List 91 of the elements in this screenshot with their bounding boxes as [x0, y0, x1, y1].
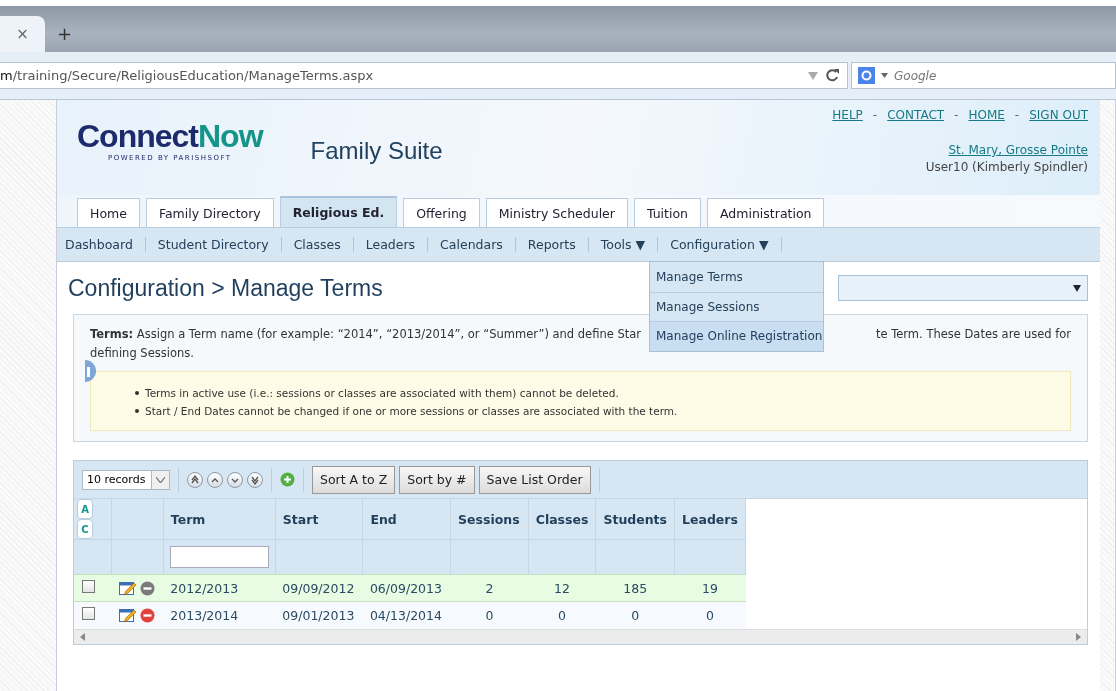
column-header[interactable]: Leaders — [674, 499, 746, 540]
caret-icon[interactable] — [1073, 284, 1081, 292]
table-cell: 2012/2013 — [163, 574, 276, 602]
move-button[interactable] — [227, 471, 243, 488]
subnav-link[interactable]: Student Directory — [157, 237, 282, 252]
table-cell: 19 — [674, 574, 746, 602]
select-field[interactable] — [838, 275, 1088, 301]
sort-button[interactable]: Sort by # — [399, 465, 475, 494]
table-cell: 09/09/2012 — [275, 574, 363, 602]
separator: - — [872, 108, 878, 122]
table-cell: 0 — [528, 601, 596, 629]
browser-tab[interactable]: × — [0, 16, 45, 52]
table-cell: 12 — [528, 574, 596, 602]
menu-item[interactable]: Manage Online Registration — [650, 321, 823, 351]
reload-icon[interactable] — [826, 69, 839, 82]
parish-link[interactable]: St. Mary, Grosse Pointe — [948, 143, 1088, 157]
suite-title: Family Suite — [310, 137, 443, 166]
bullet-icon — [135, 391, 139, 395]
bullet-icon — [135, 409, 139, 413]
column-header[interactable]: Classes — [528, 499, 596, 540]
header-link[interactable]: CONTACT — [887, 108, 945, 122]
table-cell: 185 — [595, 574, 675, 602]
separator: - — [1014, 108, 1020, 122]
nav-tab[interactable]: Administration — [707, 198, 825, 227]
description-text: Terms: Assign a Term name (for example: “2014”, “2013/2014”, or “Summer”) and define Star — [90, 326, 642, 343]
table-row[interactable]: 2012/2013 09/09/2012 06/09/2013 2 12 185 19 — [74, 574, 746, 602]
table-cell: 0 — [674, 601, 746, 629]
column-header[interactable]: Students — [595, 499, 675, 540]
search-field[interactable]: Google — [851, 62, 1116, 89]
chevron-icon — [249, 474, 261, 485]
subnav-link[interactable]: Configuration ▼ — [670, 237, 782, 252]
info-icon — [85, 360, 99, 382]
address-bar[interactable]: m/training/Secure/ReligiousEducation/ManageTerms.aspx — [0, 62, 848, 89]
delete-icon[interactable] — [139, 607, 155, 623]
subnav-link[interactable]: Reports — [527, 237, 589, 252]
description-text: defining Sessions. — [90, 345, 194, 362]
nav-tab[interactable]: Religious Ed. — [279, 196, 398, 227]
subnav-link[interactable]: Dashboard — [65, 237, 146, 252]
nav-tab[interactable]: Offering — [403, 198, 480, 227]
move-button[interactable] — [247, 471, 263, 488]
new-tab-button[interactable]: + — [57, 23, 73, 44]
column-header[interactable]: Start — [275, 499, 363, 540]
edit-icon[interactable] — [118, 580, 136, 596]
page-title: Configuration > Manage Terms — [68, 274, 383, 302]
checkbox[interactable] — [82, 580, 95, 593]
filter-button[interactable]: A — [77, 499, 93, 519]
note-text: Start / End Dates cannot be changed if one or more sessions or classes are associated with the term. — [145, 404, 678, 419]
column-header[interactable]: Sessions — [450, 499, 529, 540]
header-link[interactable]: SIGN OUT — [1029, 108, 1088, 122]
edit-icon[interactable] — [118, 607, 136, 624]
table-row[interactable]: 2013/2014 09/01/2013 04/13/2014 0 0 0 0 — [74, 601, 746, 629]
nav-tab[interactable]: Tuition — [633, 198, 701, 227]
dropdown-icon[interactable] — [808, 71, 818, 80]
sort-button[interactable]: Sort A to Z — [312, 465, 396, 494]
scroll-left-icon[interactable] — [80, 632, 85, 641]
column-header[interactable]: End — [362, 499, 451, 540]
delete-icon[interactable] — [139, 580, 155, 596]
move-button[interactable] — [187, 471, 203, 488]
page-size-select[interactable]: 10 records — [82, 469, 170, 490]
note-text: Terms in active use (i.e.: sessions or classes are associated with them) cannot be deleted. — [145, 386, 619, 401]
column-header[interactable]: Term — [163, 499, 276, 540]
subnav-link[interactable]: Leaders — [365, 237, 429, 252]
table-cell: 0 — [450, 601, 529, 629]
table-cell: 2 — [450, 574, 529, 602]
filter-button[interactable]: C — [77, 519, 93, 539]
nav-tab[interactable]: Home — [77, 198, 140, 227]
sort-button[interactable]: Save List Order — [478, 465, 591, 494]
subnav-link[interactable]: Classes — [293, 237, 354, 252]
header-link[interactable]: HOME — [968, 108, 1005, 122]
move-button[interactable] — [207, 471, 223, 488]
checkbox[interactable] — [82, 607, 95, 621]
separator: - — [954, 108, 959, 122]
nav-tab[interactable]: Family Directory — [145, 198, 274, 227]
close-icon[interactable]: × — [16, 25, 29, 43]
subnav-link[interactable]: Calendars — [440, 237, 516, 252]
horizontal-scrollbar[interactable] — [74, 628, 1087, 644]
table-cell: 09/01/2013 — [275, 601, 363, 629]
description-text: te Term. These Dates are used for — [875, 326, 1071, 343]
chevron-icon — [189, 474, 201, 485]
table-cell: 0 — [595, 601, 675, 629]
nav-tab[interactable]: Ministry Scheduler — [485, 198, 628, 227]
user-name: User10 (Kimberly Spindler) — [925, 160, 1088, 174]
search-engine-icon[interactable] — [858, 67, 875, 84]
filter-field[interactable] — [169, 546, 269, 568]
table-cell: 2013/2014 — [163, 601, 276, 629]
header-link[interactable]: HELP — [832, 108, 863, 122]
table-cell: 04/13/2014 — [362, 601, 451, 629]
subnav-link[interactable]: Tools ▼ — [600, 237, 659, 252]
scroll-right-icon[interactable] — [1076, 632, 1081, 641]
add-icon[interactable] — [280, 472, 295, 487]
table-cell: 06/09/2013 — [362, 574, 451, 602]
